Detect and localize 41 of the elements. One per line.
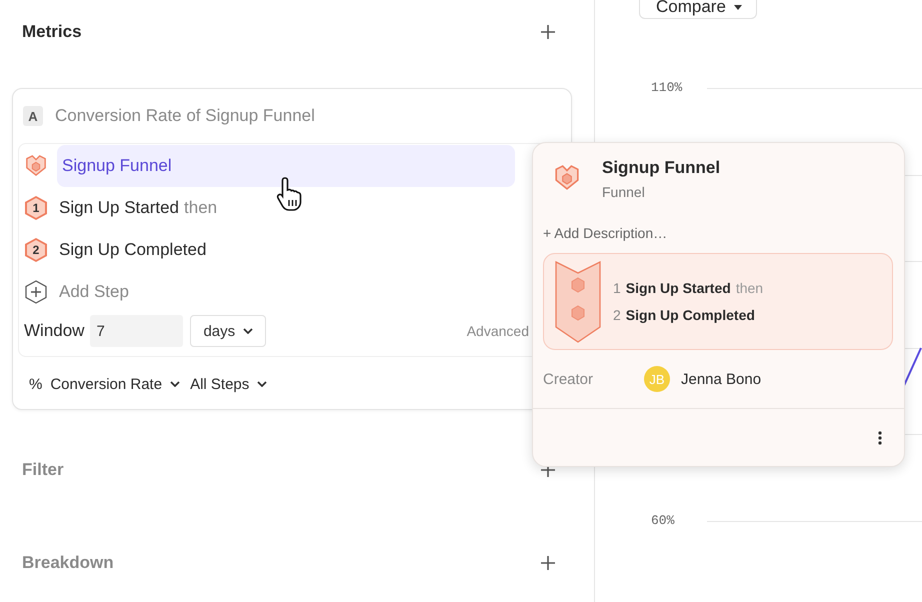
add-step-icon: [25, 280, 47, 304]
add-icon[interactable]: [540, 555, 556, 571]
step-number-badge: 2: [25, 238, 47, 262]
section-title: Metrics: [22, 22, 82, 42]
section-title: Breakdown: [22, 553, 114, 573]
popover-subtitle: Funnel: [602, 184, 646, 200]
step-number: 2: [613, 307, 621, 323]
metric-letter-badge: A: [23, 106, 43, 126]
metric-name: Conversion Rate of Signup Funnel: [55, 106, 315, 126]
step-name: Sign Up Started: [626, 280, 731, 296]
compare-dropdown[interactable]: Compare: [639, 0, 757, 19]
caret-icon: [734, 4, 742, 10]
step-name: Sign Up Completed: [626, 307, 755, 323]
add-metric-icon[interactable]: [540, 24, 556, 40]
measure-dropdown[interactable]: Conversion Rate: [48, 376, 182, 392]
creator-name: Jenna Bono: [681, 370, 762, 388]
window-label: Window: [24, 321, 84, 341]
popover-title: Signup Funnel: [602, 158, 720, 178]
avatar: JB: [644, 366, 670, 392]
funnel-item[interactable]: Signup Funnel: [57, 145, 515, 187]
step-number-badge: 1: [25, 196, 47, 220]
unit-dropdown[interactable]: days: [190, 315, 266, 347]
connector-text: then: [184, 198, 218, 218]
step-number: 1: [613, 280, 621, 296]
creator-label: Creator: [543, 370, 594, 388]
chevron-down-icon: [170, 381, 180, 387]
axis-label: 60%: [651, 513, 674, 528]
percent-symbol: %: [29, 376, 42, 392]
axis-label: 110%: [651, 80, 682, 95]
funnel-icon: [554, 165, 580, 191]
more-options-icon[interactable]: [878, 430, 882, 444]
step-name[interactable]: Sign Up Completed: [59, 240, 206, 260]
connector-text: then: [736, 280, 764, 296]
section-title: Filter: [22, 460, 64, 480]
step-name[interactable]: Sign Up Started: [59, 198, 180, 218]
funnel-icon: [25, 155, 47, 177]
steps-dropdown[interactable]: All Steps: [188, 376, 270, 392]
add-description-link[interactable]: + Add Description…: [543, 225, 668, 241]
chevron-down-icon: [243, 328, 254, 334]
window-input[interactable]: 7: [90, 315, 184, 347]
chevron-down-icon: [257, 381, 268, 387]
